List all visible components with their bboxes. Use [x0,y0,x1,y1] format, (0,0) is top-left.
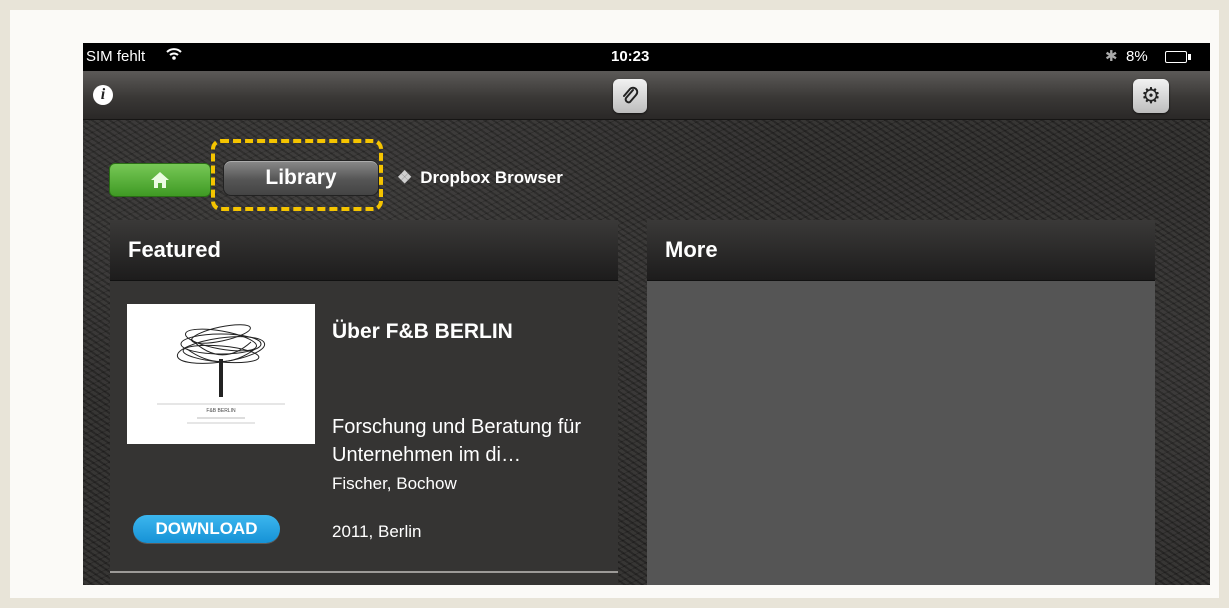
dropbox-icon: ❖ [397,168,413,187]
book-cover-image[interactable]: F&B BERLIN [127,304,315,444]
download-button[interactable]: DOWNLOAD [133,515,280,543]
top-toolbar: i ⚙ [83,71,1210,120]
cover-caption: F&B BERLIN [206,408,236,414]
gear-icon[interactable]: ⚙ [1133,79,1169,113]
dropbox-browser-crumb[interactable]: ❖ Dropbox Browser [397,168,563,188]
bluetooth-icon: ✱ [1105,48,1118,65]
ipad-screen: SIM fehlt 10:23 ✱ 8% i ⚙ Library ❖ Dropbo… [83,43,1210,585]
more-header: More [647,220,1155,281]
home-button[interactable] [109,163,211,197]
battery-percentage: 8% [1126,48,1148,65]
wifi-icon [165,45,183,68]
status-bar: SIM fehlt 10:23 ✱ 8% [83,43,1210,71]
featured-panel: Featured F&B BERLIN Über F&B BERLIN Fors… [110,220,618,585]
home-icon [151,172,169,188]
row-divider [110,571,618,573]
more-panel: More [647,220,1155,585]
book-year-location: 2011, Berlin [332,522,422,541]
book-description: Forschung und Beratung für Unternehmen i… [332,416,582,466]
info-icon[interactable]: i [93,85,113,105]
paperclip-icon[interactable] [613,79,647,113]
featured-header: Featured [110,220,618,281]
highlight-annotation [211,139,383,211]
book-title[interactable]: Über F&B BERLIN [332,320,513,344]
book-authors: Fischer, Bochow [332,474,457,493]
clock: 10:23 [611,48,650,65]
dropbox-browser-label: Dropbox Browser [420,168,563,187]
battery-icon [1165,51,1191,63]
carrier-label: SIM fehlt [86,48,146,65]
